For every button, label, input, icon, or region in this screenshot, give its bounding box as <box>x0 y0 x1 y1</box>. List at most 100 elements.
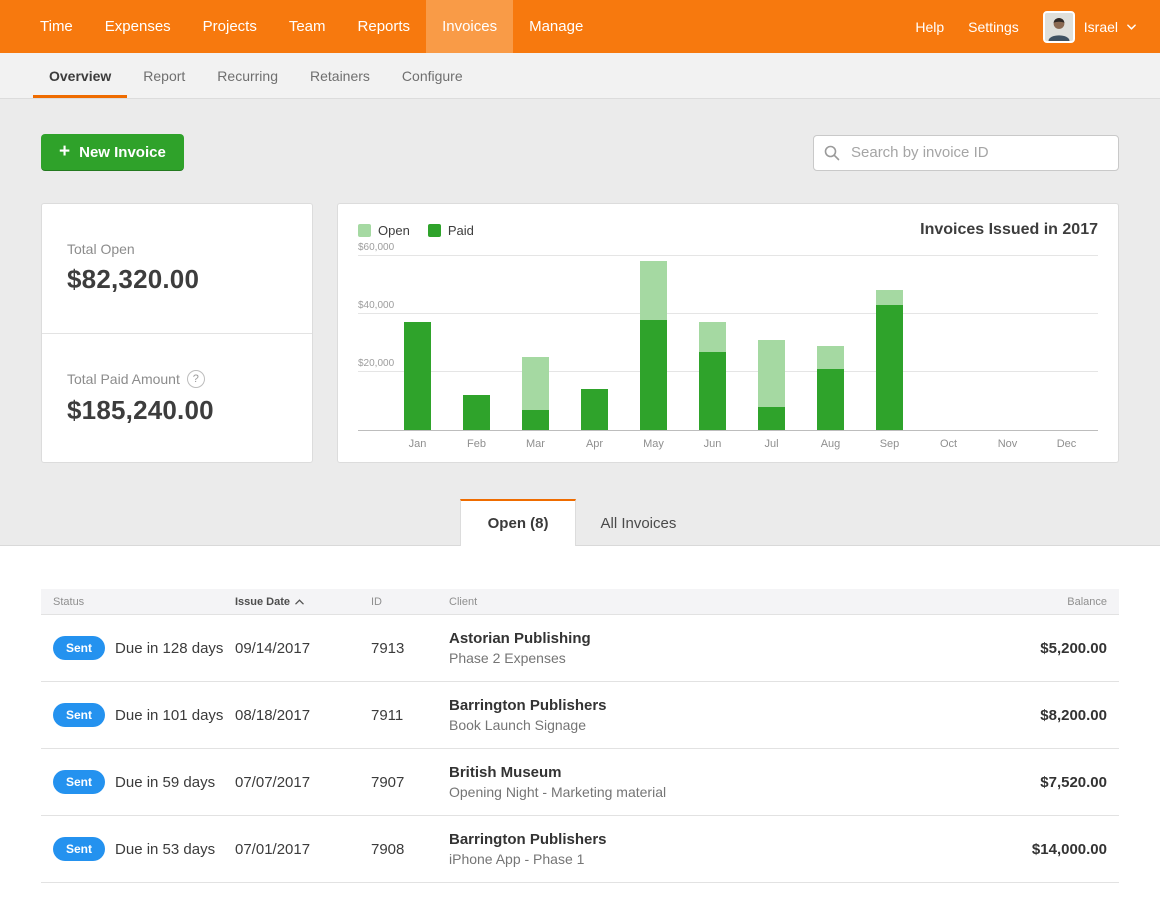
status-badge: Sent <box>53 770 105 794</box>
bar-segment-paid <box>404 322 431 430</box>
legend-open-label: Open <box>378 223 410 238</box>
col-header-issue-date[interactable]: Issue Date <box>223 596 359 608</box>
x-axis-label: Apr <box>581 438 608 450</box>
tab-all-invoices[interactable]: All Invoices <box>576 500 700 546</box>
y-axis-label: $20,000 <box>358 358 394 369</box>
bar-jan <box>404 322 431 430</box>
toolbar: + New Invoice <box>41 99 1119 171</box>
x-axis-label: Jun <box>699 438 726 450</box>
nav-item-reports[interactable]: Reports <box>342 0 427 53</box>
tab-open[interactable]: Open (8) <box>460 499 577 546</box>
bar-feb <box>463 395 490 430</box>
bar-segment-paid <box>758 407 785 430</box>
balance: $7,520.00 <box>959 774 1119 791</box>
table-row[interactable]: Sent Due in 128 days 09/14/2017 7913 Ast… <box>41 615 1119 682</box>
invoices-chart-card: Open Paid Invoices Issued in 2017 $20,00… <box>337 203 1119 463</box>
bar-segment-open <box>817 346 844 369</box>
search-input[interactable] <box>813 135 1119 171</box>
invoice-tabs: Open (8) All Invoices <box>41 499 1119 546</box>
nav-item-projects[interactable]: Projects <box>187 0 273 53</box>
x-axis-label: Sep <box>876 438 903 450</box>
paid-swatch-icon <box>428 224 441 237</box>
col-header-balance[interactable]: Balance <box>959 596 1119 608</box>
x-axis-label: Jan <box>404 438 431 450</box>
invoice-id: 7908 <box>359 841 437 858</box>
col-header-id[interactable]: ID <box>359 596 437 608</box>
invoice-id: 7911 <box>359 707 437 724</box>
bar-segment-open <box>522 357 549 409</box>
search-box <box>813 135 1119 171</box>
help-link[interactable]: Help <box>915 19 944 35</box>
client-name: Barrington Publishers <box>449 831 947 848</box>
bar-segment-paid <box>876 305 903 430</box>
total-paid-value: $185,240.00 <box>67 395 287 426</box>
x-axis-labels: JanFebMarAprMayJunJulAugSepOctNovDec <box>358 431 1098 450</box>
legend-open: Open <box>358 223 410 238</box>
table-row[interactable]: Sent Due in 101 days 08/18/2017 7911 Bar… <box>41 682 1119 749</box>
table-row[interactable]: Sent Due in 53 days 07/01/2017 7908 Barr… <box>41 816 1119 883</box>
new-invoice-button[interactable]: + New Invoice <box>41 134 184 171</box>
invoices-table: Status Issue Date ID Client Balance Sent… <box>41 589 1119 883</box>
search-icon <box>824 145 840 166</box>
bar-segment-open <box>640 261 667 319</box>
bar-jun <box>699 322 726 430</box>
settings-link[interactable]: Settings <box>968 19 1019 35</box>
chart-title: Invoices Issued in 2017 <box>920 221 1098 239</box>
nav-item-manage[interactable]: Manage <box>513 0 599 53</box>
total-paid-block: Total Paid Amount ? $185,240.00 <box>42 333 312 463</box>
table-header-row: Status Issue Date ID Client Balance <box>41 589 1119 615</box>
bar-segment-paid <box>522 410 549 430</box>
chart-area: $20,000$40,000$60,000 <box>358 253 1098 430</box>
balance: $5,200.00 <box>959 640 1119 657</box>
status-badge: Sent <box>53 703 105 727</box>
col-header-status[interactable]: Status <box>41 596 223 608</box>
bar-sep <box>876 290 903 430</box>
project-name: Phase 2 Expenses <box>449 650 947 666</box>
total-open-value: $82,320.00 <box>67 264 287 295</box>
x-axis-label: Aug <box>817 438 844 450</box>
balance: $8,200.00 <box>959 707 1119 724</box>
new-invoice-label: New Invoice <box>79 144 166 161</box>
nav-item-invoices[interactable]: Invoices <box>426 0 513 53</box>
subnav-item-recurring[interactable]: Recurring <box>201 53 294 98</box>
invoice-list-section: Status Issue Date ID Client Balance Sent… <box>0 546 1160 899</box>
col-header-client[interactable]: Client <box>437 596 959 608</box>
bar-mar <box>522 357 549 430</box>
nav-item-expenses[interactable]: Expenses <box>89 0 187 53</box>
open-swatch-icon <box>358 224 371 237</box>
subnav-item-overview[interactable]: Overview <box>33 53 127 98</box>
y-axis-label: $40,000 <box>358 300 394 311</box>
subnav-item-report[interactable]: Report <box>127 53 201 98</box>
legend-paid-label: Paid <box>448 223 474 238</box>
bar-may <box>640 261 667 430</box>
nav-item-time[interactable]: Time <box>24 0 89 53</box>
x-axis-label: Oct <box>935 438 962 450</box>
bar-segment-paid <box>699 352 726 431</box>
subnav-item-retainers[interactable]: Retainers <box>294 53 386 98</box>
client-name: Barrington Publishers <box>449 697 947 714</box>
x-axis-label: Mar <box>522 438 549 450</box>
project-name: iPhone App - Phase 1 <box>449 851 947 867</box>
bar-segment-paid <box>817 369 844 430</box>
y-axis-label: $60,000 <box>358 242 394 253</box>
issue-date: 09/14/2017 <box>223 640 359 657</box>
user-menu[interactable]: Israel <box>1043 11 1136 43</box>
client-name: British Museum <box>449 764 947 781</box>
table-row[interactable]: Sent Due in 59 days 07/07/2017 7907 Brit… <box>41 749 1119 816</box>
balance: $14,000.00 <box>959 841 1119 858</box>
legend-paid: Paid <box>428 223 474 238</box>
bar-segment-paid <box>581 389 608 430</box>
project-name: Book Launch Signage <box>449 717 947 733</box>
total-open-label: Total Open <box>67 241 287 257</box>
bar-segment-paid <box>640 320 667 430</box>
help-icon[interactable]: ? <box>187 370 205 388</box>
nav-item-team[interactable]: Team <box>273 0 342 53</box>
issue-date: 08/18/2017 <box>223 707 359 724</box>
subnav-item-configure[interactable]: Configure <box>386 53 479 98</box>
due-text: Due in 53 days <box>115 841 215 858</box>
x-axis-label: May <box>640 438 667 450</box>
summary-and-chart: Total Open $82,320.00 Total Paid Amount … <box>41 203 1119 463</box>
total-paid-label: Total Paid Amount <box>67 371 180 387</box>
chart-header: Open Paid Invoices Issued in 2017 <box>358 221 1098 239</box>
bar-segment-open <box>699 322 726 351</box>
